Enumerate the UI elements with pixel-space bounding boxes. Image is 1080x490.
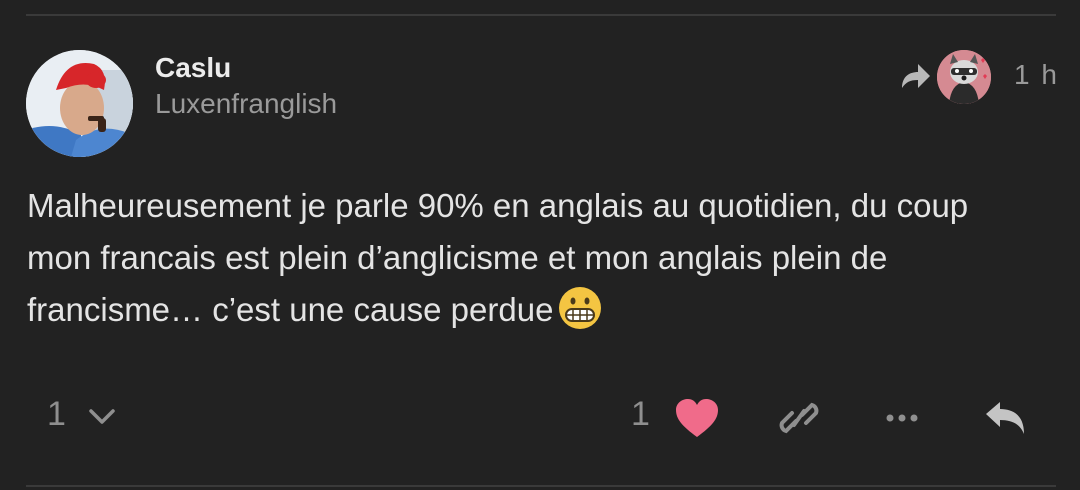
post-timestamp[interactable]: 1 h [1014, 59, 1059, 91]
post-line: Malheureusement je parle 90% en anglais … [27, 187, 969, 224]
heart-icon[interactable] [674, 397, 720, 439]
link-icon[interactable] [778, 398, 820, 438]
grimacing-face-icon [557, 285, 603, 331]
chevron-down-icon[interactable] [85, 403, 119, 431]
likes-count[interactable]: 1 [631, 395, 650, 434]
author-handle[interactable]: Luxenfranglish [155, 88, 337, 120]
post-line: francisme… c’est une cause perdue [27, 284, 1047, 336]
post-line-text: francisme… c’est une cause perdue [27, 291, 554, 328]
bottom-divider [26, 485, 1056, 487]
post-line: mon francais est plein d’anglicisme et m… [27, 239, 888, 276]
reply-icon[interactable] [982, 398, 1028, 438]
post-body: Malheureusement je parle 90% en anglais … [27, 180, 1047, 336]
top-divider [26, 14, 1056, 16]
replies-count[interactable]: 1 [47, 395, 66, 434]
author-name[interactable]: Caslu [155, 52, 231, 84]
replied-user-avatar[interactable] [937, 50, 991, 104]
author-avatar[interactable] [26, 50, 133, 157]
more-icon[interactable] [882, 408, 922, 428]
share-arrow-icon [898, 60, 932, 92]
